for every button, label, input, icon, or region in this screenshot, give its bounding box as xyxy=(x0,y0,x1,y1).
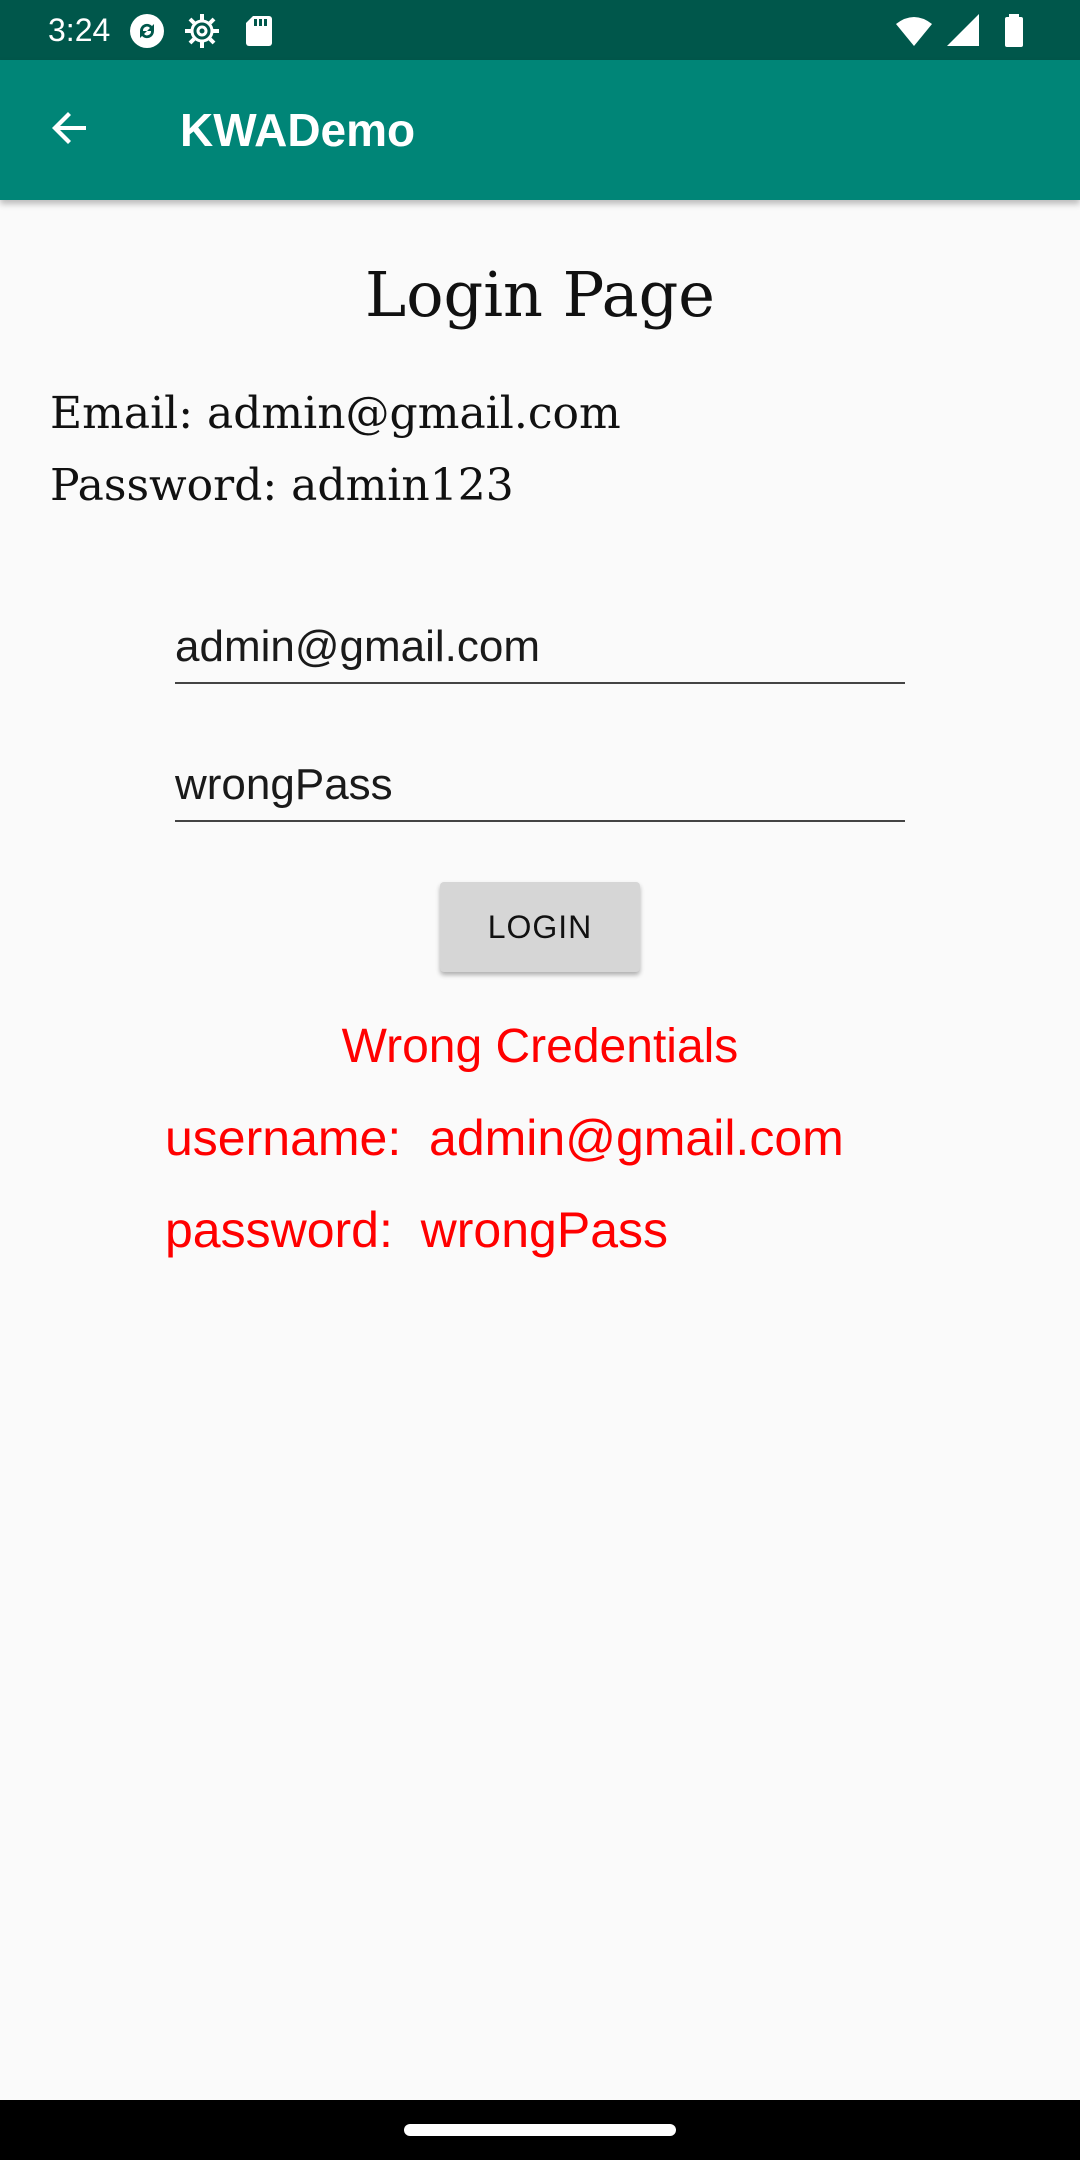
sd-card-icon xyxy=(240,12,278,50)
status-time: 3:24 xyxy=(48,12,111,48)
arrow-back-icon xyxy=(46,104,94,157)
error-username: username: admin@gmail.com xyxy=(165,1110,844,1166)
app-title: KWADemo xyxy=(180,104,416,156)
hint-email: Email: admin@gmail.com xyxy=(50,388,621,439)
cell-signal-icon xyxy=(945,12,983,50)
app-bar: KWADemo xyxy=(0,60,1080,200)
hint-password: Password: admin123 xyxy=(50,460,514,511)
sync-icon xyxy=(128,12,166,50)
error-password: password: wrongPass xyxy=(165,1202,669,1258)
login-button[interactable]: LOGIN xyxy=(440,882,640,972)
back-button[interactable] xyxy=(30,90,110,170)
email-field[interactable] xyxy=(175,612,905,684)
error-title: Wrong Credentials xyxy=(341,1020,739,1073)
status-bar: 3:24 xyxy=(0,0,1080,60)
settings-gear-icon xyxy=(183,12,221,50)
page-title: Login Page xyxy=(365,258,715,331)
battery-icon xyxy=(995,12,1033,50)
password-field[interactable] xyxy=(175,750,905,822)
wifi-icon xyxy=(895,12,933,50)
home-gesture-handle[interactable] xyxy=(404,2124,676,2136)
